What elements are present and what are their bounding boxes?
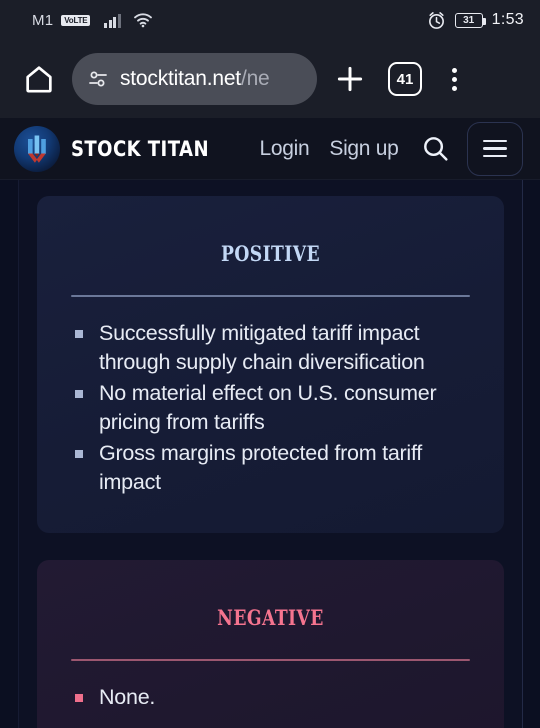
- header-nav: Login Sign up: [259, 137, 398, 161]
- list-item: No material effect on U.S. consumer pric…: [73, 379, 478, 438]
- positive-card-header: Positive: [63, 222, 478, 269]
- list-item: Gross margins protected from tariff impa…: [73, 439, 478, 498]
- page-settings-sliders-icon[interactable]: [86, 67, 110, 91]
- wifi-icon: [133, 12, 153, 28]
- alarm-clock-icon: [427, 11, 446, 30]
- status-bar-right: 31 1:53: [427, 0, 524, 40]
- list-item: Successfully mitigated tariff impact thr…: [73, 319, 478, 378]
- url-text[interactable]: stocktitan.net/ne: [120, 67, 270, 91]
- home-icon[interactable]: [18, 62, 60, 96]
- signup-link[interactable]: Sign up: [329, 137, 398, 161]
- three-dots-menu-icon[interactable]: [439, 67, 469, 91]
- tab-count-label: 41: [388, 62, 422, 96]
- status-bar-left: M1 VoLTE: [32, 12, 153, 29]
- url-path: /ne: [240, 67, 270, 90]
- negative-divider: [71, 659, 470, 661]
- address-bar[interactable]: stocktitan.net/ne: [72, 53, 317, 105]
- negative-card-title: Negative: [217, 598, 324, 633]
- brand-name: STOCK TITAN: [71, 136, 210, 161]
- negative-bullet-list: None.: [73, 683, 478, 713]
- hamburger-menu-icon[interactable]: [467, 121, 524, 176]
- page-scroll-area[interactable]: Positive Successfully mitigated tariff i…: [0, 180, 540, 728]
- negative-summary-card: Negative None.: [37, 560, 504, 728]
- positive-bullet-list: Successfully mitigated tariff impact thr…: [73, 319, 478, 498]
- new-tab-plus-icon[interactable]: [329, 62, 371, 96]
- article-content: Positive Successfully mitigated tariff i…: [19, 180, 522, 728]
- negative-card-header: Negative: [63, 586, 478, 633]
- url-domain: stocktitan.net: [120, 67, 241, 90]
- carrier-label: M1: [32, 11, 54, 29]
- volte-badge: VoLTE: [61, 14, 91, 26]
- cellular-signal-icon: [104, 12, 121, 28]
- site-header: STOCK TITAN Login Sign up: [0, 118, 540, 180]
- phone-status-bar: M1 VoLTE 31 1:53: [0, 0, 540, 40]
- list-item: None.: [73, 683, 478, 713]
- battery-indicator: 31: [454, 12, 486, 28]
- search-icon[interactable]: [420, 133, 451, 164]
- browser-toolbar: stocktitan.net/ne 41: [0, 40, 540, 118]
- positive-divider: [71, 295, 470, 297]
- clock-time: 1:53: [491, 11, 524, 28]
- positive-summary-card: Positive Successfully mitigated tariff i…: [37, 196, 504, 533]
- positive-card-title: Positive: [220, 234, 321, 269]
- tab-switcher-button[interactable]: 41: [383, 62, 427, 96]
- login-link[interactable]: Login: [259, 137, 309, 161]
- stock-titan-logo-icon[interactable]: [14, 125, 60, 172]
